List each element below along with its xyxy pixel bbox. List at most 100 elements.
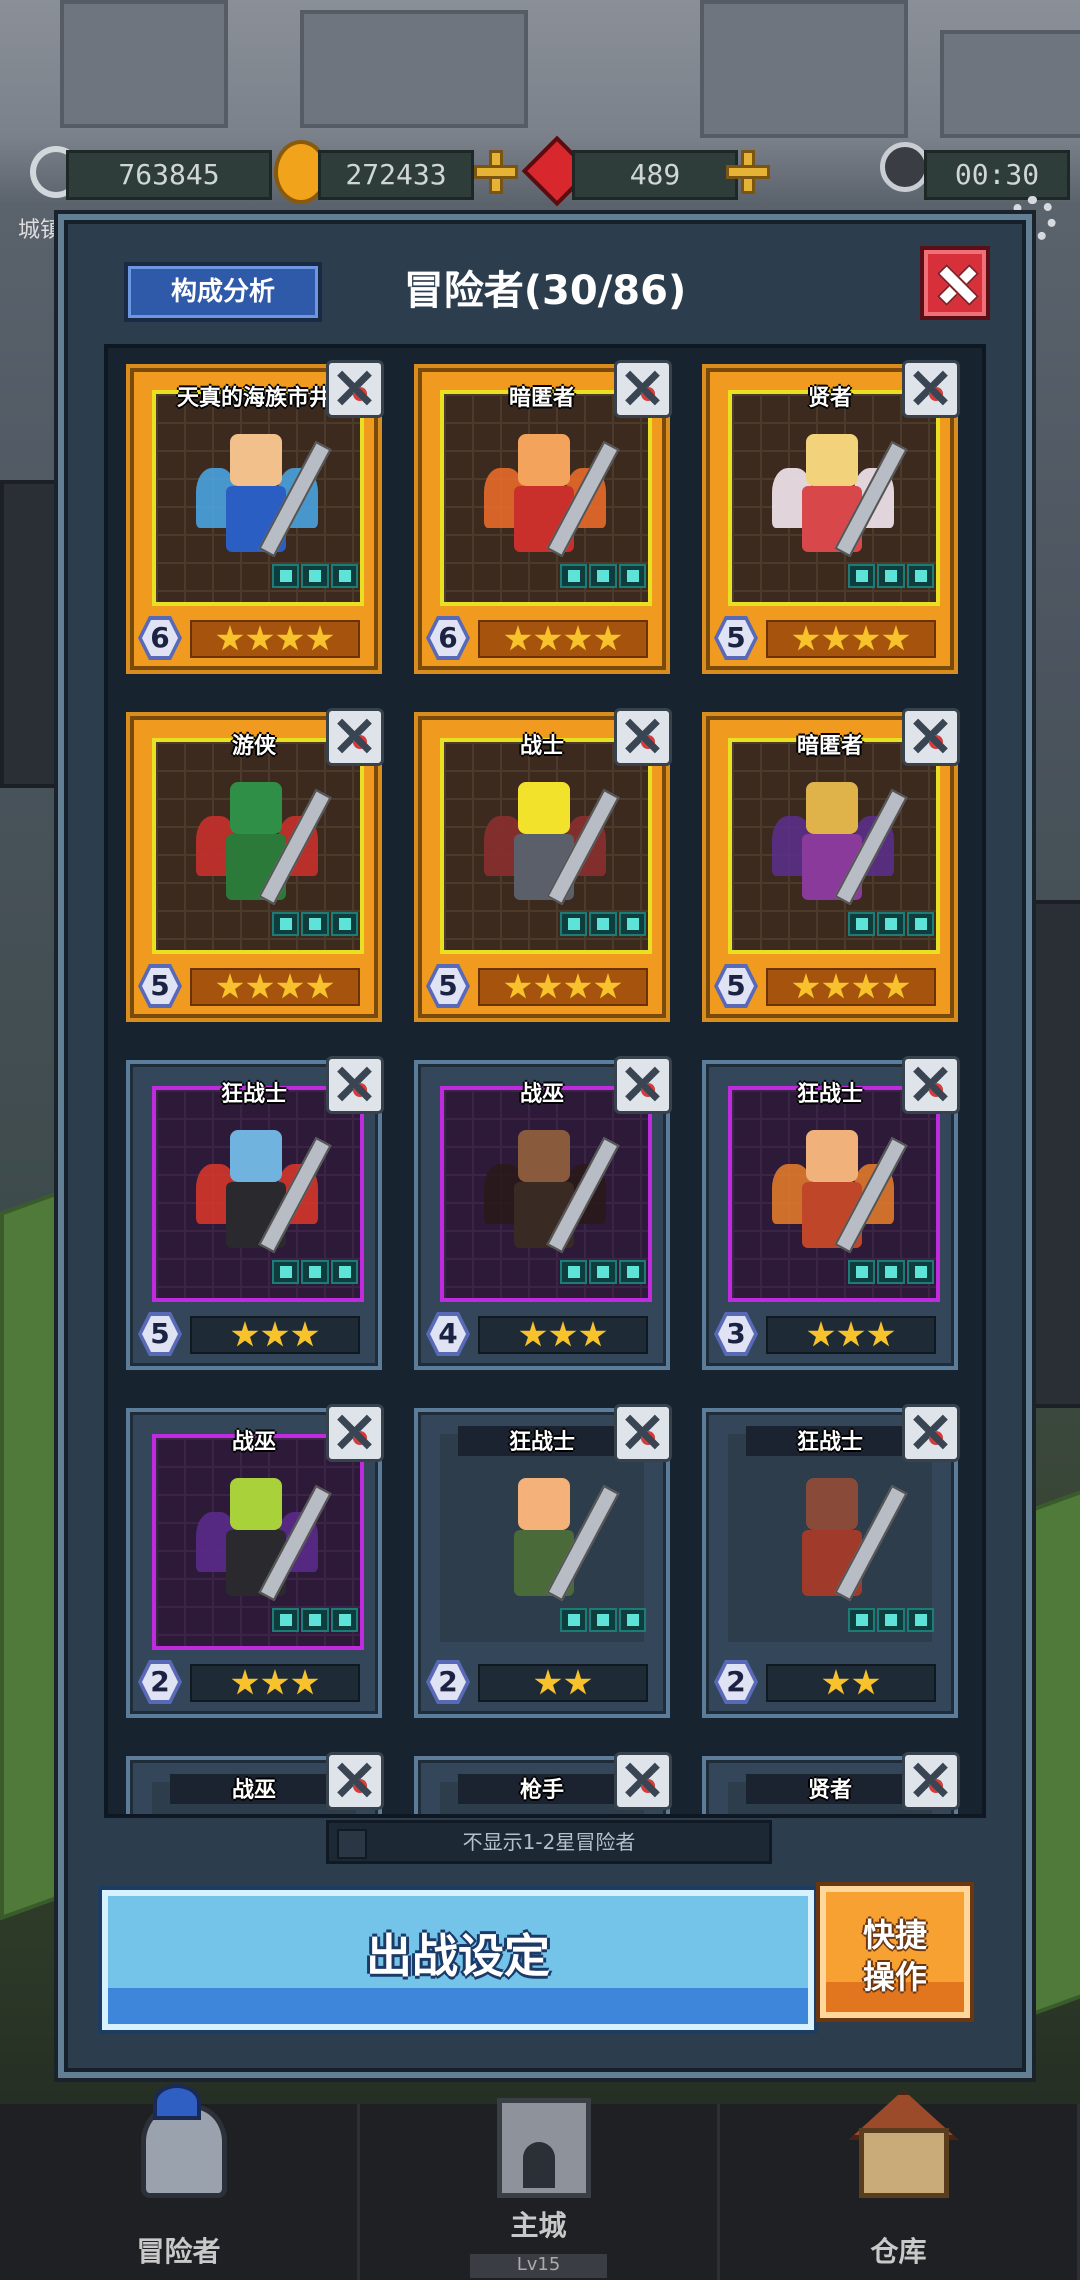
adventurer-card[interactable]: 狂战士 3 [702,1056,960,1370]
star-rating [478,620,648,658]
quick-action-label-line2: 操作 [862,1958,927,1996]
star-rating [766,620,936,658]
character-sprite [196,428,332,568]
character-sprite [196,1472,332,1612]
crossed-swords-icon[interactable] [326,708,384,766]
character-sprite [484,776,620,916]
level-badge: 6 [138,616,182,660]
level-badge: 5 [714,964,758,1008]
star-icon [792,625,820,651]
adventurer-card[interactable]: 游侠 5 [126,708,384,1022]
adventurer-list-modal: 构成分析 冒险者(30/86) 天真的海族市井 6 暗匿者 6 贤者 5 游侠 5 战士 5 暗匿者… [58,214,1032,2078]
level-badge: 5 [426,964,470,1008]
level-value: 4 [438,1317,458,1350]
crossed-swords-icon[interactable] [614,708,672,766]
crossed-swords-icon[interactable] [902,1404,960,1462]
resource-bar: 763845 272433 489 00:30 城镇 [0,135,1080,243]
crossed-swords-icon[interactable] [902,1752,960,1810]
toggle-label: 不显示1-2星冒险者 [462,1830,636,1854]
crossed-swords-icon[interactable] [326,1404,384,1462]
nav-main-city[interactable]: 主城 Lv15 [360,2098,720,2280]
adventurer-card[interactable]: 天真的海族市井 6 [126,360,384,674]
crossed-swords-icon[interactable] [902,360,960,418]
checkbox-icon[interactable] [337,1829,367,1859]
quick-action-button[interactable]: 快捷 操作 [820,1886,970,2018]
star-rating [478,1664,648,1702]
star-icon [822,625,850,651]
crossed-swords-icon[interactable] [326,360,384,418]
level-badge: 5 [138,1312,182,1356]
equipment-slots-icon [848,1608,934,1632]
level-badge: 2 [714,1660,758,1704]
level-value: 2 [726,1665,746,1698]
close-button[interactable] [920,246,990,320]
adventurer-card[interactable]: 狂战士 2 [414,1404,672,1718]
star-icon [852,625,880,651]
star-icon [882,625,910,651]
adventurer-card[interactable]: 暗匿者 6 [414,360,672,674]
character-sprite [196,776,332,916]
star-rating [190,1664,360,1702]
warehouse-icon [839,2084,959,2204]
city-label: 城镇 [18,218,63,243]
equipment-slots-icon [560,1608,646,1632]
deploy-settings-button[interactable]: 出战设定 [102,1890,814,2030]
equipment-slots-icon [272,564,358,588]
star-icon [276,973,304,999]
character-sprite [772,428,908,568]
star-icon [534,973,562,999]
star-icon [291,1669,319,1695]
star-rating [190,620,360,658]
star-icon [564,973,592,999]
adventurer-card[interactable]: 贤者 [702,1752,960,1814]
crossed-swords-icon[interactable] [614,360,672,418]
gem-counter: 489 [572,150,738,200]
adventurer-card[interactable]: 狂战士 5 [126,1056,384,1370]
nav-label: 仓库 [870,2235,927,2268]
crossed-swords-icon[interactable] [614,1752,672,1810]
star-icon [594,973,622,999]
equipment-slots-icon [848,1260,934,1284]
star-icon [867,1321,895,1347]
adventurer-card[interactable]: 战士 5 [414,708,672,1022]
star-rating [190,1316,360,1354]
star-icon [579,1321,607,1347]
star-icon [246,973,274,999]
hide-low-star-toggle[interactable]: 不显示1-2星冒险者 [326,1820,772,1864]
equipment-slots-icon [848,912,934,936]
add-gem-button[interactable] [726,150,770,194]
star-rating [478,968,648,1006]
character-sprite [484,1472,620,1612]
star-icon [261,1321,289,1347]
crossed-swords-icon[interactable] [614,1404,672,1462]
crossed-swords-icon[interactable] [614,1056,672,1114]
crossed-swords-icon[interactable] [326,1752,384,1810]
level-badge: 6 [426,616,470,660]
star-icon [306,973,334,999]
adventurer-card[interactable]: 狂战士 2 [702,1404,960,1718]
crossed-swords-icon[interactable] [902,708,960,766]
adventurer-card[interactable]: 枪手 [414,1752,672,1814]
star-icon [231,1321,259,1347]
character-sprite [196,1124,332,1264]
character-sprite [772,776,908,916]
character-sprite [484,428,620,568]
add-coin-button[interactable] [474,150,518,194]
adventurer-card[interactable]: 战巫 [126,1752,384,1814]
star-icon [261,1669,289,1695]
adventurer-grid: 天真的海族市井 6 暗匿者 6 贤者 5 游侠 5 战士 5 暗匿者 5 狂战士 5 战巫 4 狂战士 3 战巫 2 狂… [104,344,986,1818]
level-badge: 4 [426,1312,470,1356]
nav-adventurers[interactable]: 冒险者 [0,2084,360,2280]
adventurer-card[interactable]: 战巫 2 [126,1404,384,1718]
nav-warehouse[interactable]: 仓库 [720,2090,1080,2280]
castle-icon [479,2084,599,2204]
equipment-slots-icon [272,1608,358,1632]
adventurer-card[interactable]: 战巫 4 [414,1056,672,1370]
crossed-swords-icon[interactable] [902,1056,960,1114]
star-rating [190,968,360,1006]
adventurer-card[interactable]: 暗匿者 5 [702,708,960,1022]
crossed-swords-icon[interactable] [326,1056,384,1114]
adventurer-card[interactable]: 贤者 5 [702,360,960,674]
equipment-slots-icon [560,1260,646,1284]
star-icon [534,1669,562,1695]
